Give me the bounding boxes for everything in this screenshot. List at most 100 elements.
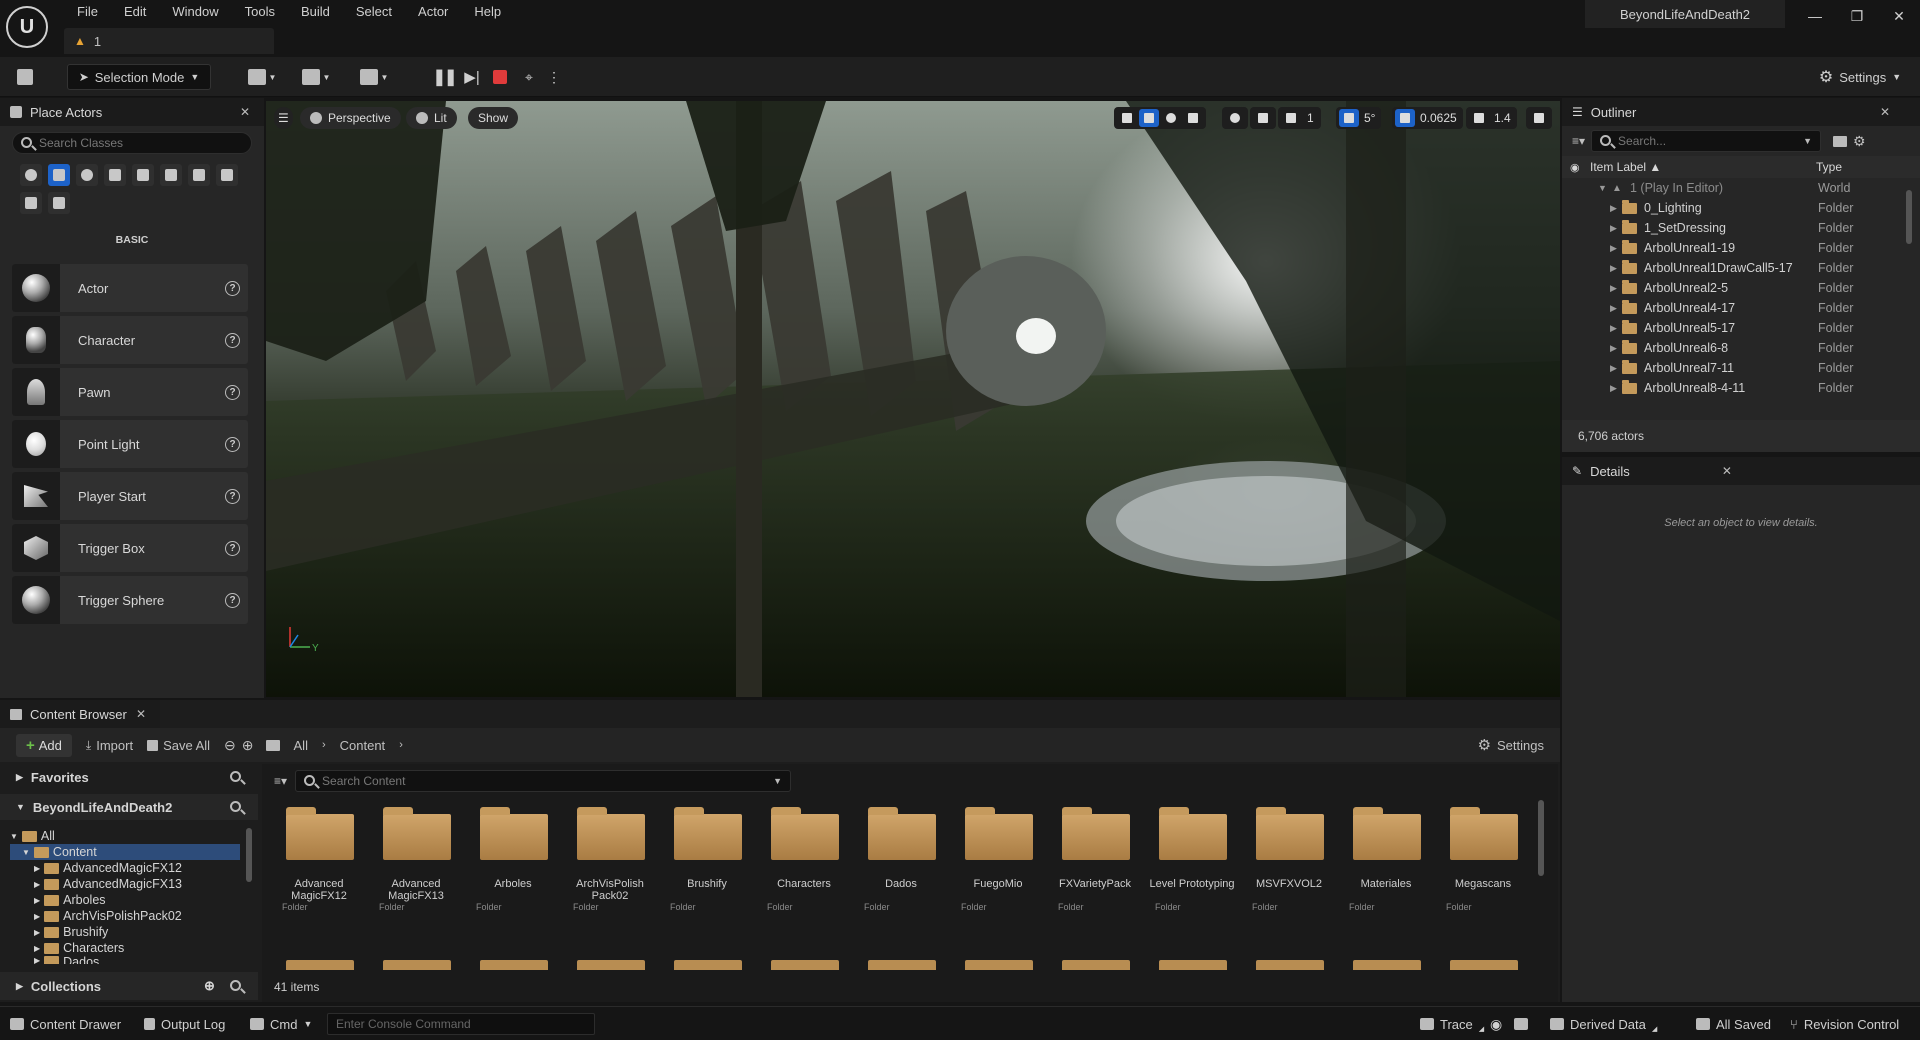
outliner-row[interactable]: ▶ ArbolUnreal2-5 Folder — [1562, 278, 1920, 298]
cinematics-icon[interactable]: ▼ — [354, 64, 394, 90]
volume-shapes-category-icon[interactable] — [48, 192, 70, 214]
outliner-tab[interactable]: ☰ Outliner ✕ — [1562, 98, 1920, 126]
folder-icon[interactable] — [1450, 960, 1518, 970]
coordinate-space-icon[interactable] — [1222, 107, 1248, 129]
perspective-button[interactable]: Perspective — [300, 107, 401, 129]
gamepad-icon[interactable]: ⌖ — [516, 64, 542, 90]
add-actor-icon[interactable]: ▼ — [242, 64, 282, 90]
actor-item-point-light[interactable]: Point Light ? — [12, 420, 248, 468]
actor-item-character[interactable]: Character ? — [12, 316, 248, 364]
tree-item-content[interactable]: ▼ Content — [10, 844, 240, 860]
menu-tools[interactable]: Tools — [232, 2, 288, 22]
content-folder[interactable]: ArchVisPolish Pack02 Folder — [565, 804, 655, 914]
expand-arrow-icon[interactable]: ▶ — [1610, 243, 1617, 254]
tree-scrollbar[interactable] — [246, 828, 252, 882]
settings-button[interactable]: ⚙ Settings ▼ — [1812, 64, 1908, 90]
outliner-scrollbar[interactable] — [1906, 190, 1912, 244]
content-folder[interactable]: Characters Folder — [759, 804, 849, 914]
folder-icon[interactable] — [577, 960, 645, 970]
cmd-dropdown[interactable]: Cmd ▼ — [250, 1007, 312, 1040]
folder-icon[interactable] — [1062, 960, 1130, 970]
actor-item-trigger-box[interactable]: Trigger Box ? — [12, 524, 248, 572]
outliner-row[interactable]: ▶ ArbolUnreal6-8 Folder — [1562, 338, 1920, 358]
search-icon[interactable] — [230, 771, 241, 782]
close-icon[interactable]: ✕ — [1880, 105, 1890, 119]
content-folder[interactable]: Advanced MagicFX13 Folder — [371, 804, 461, 914]
menu-help[interactable]: Help — [461, 2, 514, 22]
close-icon[interactable]: ✕ — [136, 707, 146, 721]
content-folder[interactable]: Dados Folder — [856, 804, 946, 914]
folder-icon[interactable] — [480, 960, 548, 970]
content-folder[interactable]: Arboles Folder — [468, 804, 558, 914]
outliner-row[interactable]: ▶ ArbolUnreal1-19 Folder — [1562, 238, 1920, 258]
help-icon[interactable]: ? — [225, 384, 240, 400]
folder-icon[interactable] — [868, 960, 936, 970]
search-content-input[interactable]: Search Content ▼ — [295, 770, 792, 792]
restore-icon[interactable]: ❐ — [1836, 0, 1878, 32]
console-command-input[interactable]: Enter Console Command — [327, 1013, 595, 1035]
help-icon[interactable]: ? — [225, 280, 240, 296]
lit-button[interactable]: Lit — [406, 107, 457, 129]
expand-arrow-icon[interactable]: ▶ — [1610, 363, 1617, 374]
outliner-row[interactable]: ▶ ArbolUnreal1DrawCall5-17 Folder — [1562, 258, 1920, 278]
close-icon[interactable]: ✕ — [1722, 464, 1732, 478]
actor-item-player-start[interactable]: Player Start ? — [12, 472, 248, 520]
outliner-row[interactable]: ▶ ArbolUnreal7-11 Folder — [1562, 358, 1920, 378]
all-saved-button[interactable]: All Saved — [1696, 1007, 1771, 1040]
pause-icon[interactable]: ❚❚ — [432, 64, 458, 90]
content-folder[interactable]: Brushify Folder — [662, 804, 752, 914]
content-folder[interactable]: MSVFXVOL2 Folder — [1244, 804, 1334, 914]
menu-edit[interactable]: Edit — [111, 2, 159, 22]
all-classes-category-icon[interactable] — [216, 164, 238, 186]
menu-select[interactable]: Select — [343, 2, 405, 22]
content-folder[interactable]: Advanced MagicFX12 Folder — [274, 804, 364, 914]
folder-icon[interactable] — [286, 960, 354, 970]
content-settings-button[interactable]: ⚙ Settings — [1478, 736, 1544, 754]
item-label-column[interactable]: Item Label ▲ — [1590, 160, 1661, 174]
level-tab[interactable]: ▲ 1 — [64, 28, 274, 54]
content-folder[interactable]: Materiales Folder — [1341, 804, 1431, 914]
trace-button[interactable]: Trace ◢ — [1420, 1007, 1484, 1040]
surface-snapping-icon[interactable] — [1250, 107, 1276, 129]
breadcrumb-all[interactable]: All — [294, 738, 308, 753]
content-folder[interactable]: Megascans Folder — [1438, 804, 1528, 914]
help-icon[interactable]: ? — [225, 488, 240, 504]
folder-icon[interactable] — [965, 960, 1033, 970]
save-icon[interactable] — [12, 64, 38, 90]
visual-effects-category-icon[interactable] — [132, 164, 154, 186]
folder-icon[interactable] — [674, 960, 742, 970]
save-all-button[interactable]: Save All — [147, 738, 210, 753]
lights-category-icon[interactable] — [76, 164, 98, 186]
content-browser-tab[interactable]: Content Browser ✕ — [0, 700, 160, 728]
recent-icon[interactable] — [20, 164, 42, 186]
asset-scrollbar[interactable] — [1538, 800, 1544, 876]
outliner-search-input[interactable]: Search... ▼ — [1591, 130, 1822, 152]
camera-capture-icon[interactable] — [1514, 1007, 1528, 1040]
add-collection-icon[interactable]: ⊕ — [204, 978, 215, 994]
scale-snap-toggle[interactable]: 0.0625 — [1392, 107, 1463, 129]
help-icon[interactable]: ? — [225, 592, 240, 608]
expand-arrow-icon[interactable]: ▶ — [1610, 263, 1617, 274]
menu-window[interactable]: Window — [159, 2, 231, 22]
expand-arrow-icon[interactable]: ▶ — [1610, 323, 1617, 334]
visibility-icon[interactable]: ◉ — [1570, 161, 1580, 174]
help-icon[interactable]: ? — [225, 540, 240, 556]
stop-icon[interactable] — [488, 64, 512, 90]
actor-item-trigger-sphere[interactable]: Trigger Sphere ? — [12, 576, 248, 624]
folder-icon[interactable] — [1256, 960, 1324, 970]
volumes-category-icon[interactable] — [188, 164, 210, 186]
folder-icon[interactable] — [1159, 960, 1227, 970]
record-icon[interactable]: ◉ — [1490, 1007, 1502, 1040]
folder-icon[interactable] — [383, 960, 451, 970]
select-tool-icon[interactable] — [1117, 109, 1137, 127]
details-tab[interactable]: ✎ Details ✕ — [1562, 457, 1920, 485]
content-folder[interactable]: FXVarietyPack Folder — [1050, 804, 1140, 914]
cinematic-category-icon[interactable] — [104, 164, 126, 186]
blueprint-icon[interactable]: ▼ — [296, 64, 336, 90]
help-icon[interactable]: ? — [225, 436, 240, 452]
expand-arrow-icon[interactable]: ▶ — [1610, 343, 1617, 354]
viewport-layout-icon[interactable] — [1526, 107, 1552, 129]
search-classes-input[interactable]: Search Classes — [12, 132, 252, 154]
type-column[interactable]: Type — [1816, 160, 1842, 174]
add-folder-icon[interactable] — [1833, 135, 1848, 147]
